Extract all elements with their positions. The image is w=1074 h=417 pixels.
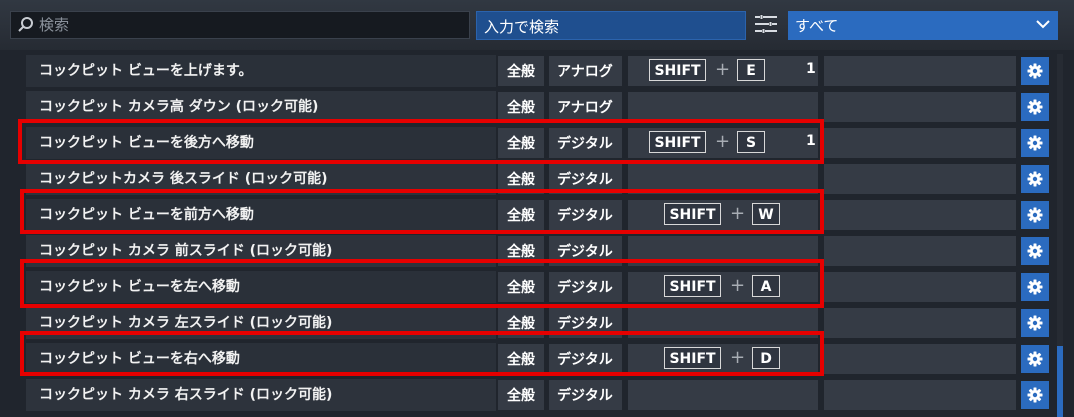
action-type: アナログ (549, 92, 622, 122)
settings-button[interactable] (1021, 309, 1049, 337)
settings-button[interactable] (1021, 57, 1049, 85)
secondary-binding-slot[interactable] (824, 344, 1016, 374)
settings-button[interactable] (1021, 237, 1049, 265)
gear-icon (1027, 99, 1043, 115)
gear-icon (1027, 171, 1043, 187)
action-category: 全般 (498, 56, 544, 86)
settings-button[interactable] (1021, 93, 1049, 121)
action-name: コックピット カメラ高 ダウン (ロック可能) (39, 99, 319, 115)
highlight-box (20, 259, 824, 308)
gear-icon (1027, 315, 1043, 331)
gear-icon (1027, 243, 1043, 259)
key-binding-slot[interactable] (628, 92, 818, 122)
gear-icon (1027, 207, 1043, 223)
chevron-down-icon (1036, 20, 1050, 29)
action-category: 全般 (498, 380, 544, 410)
secondary-binding-slot[interactable] (824, 272, 1016, 302)
secondary-binding-slot[interactable] (824, 380, 1016, 410)
gear-icon (1027, 135, 1043, 151)
gear-icon (1027, 351, 1043, 367)
settings-button[interactable] (1021, 381, 1049, 409)
gear-icon (1027, 63, 1043, 79)
key-binding-slot[interactable]: SHIFT + E 1 (628, 56, 818, 86)
action-name: コックピット カメラ 右スライド (ロック可能) (39, 387, 333, 403)
table-row[interactable]: コックピット カメラ 右スライド (ロック可能) 全般 デジタル (0, 378, 1074, 412)
filter-dropdown[interactable]: すべて (788, 11, 1058, 40)
search-input[interactable] (39, 14, 459, 36)
key-cap: SHIFT (649, 59, 706, 81)
secondary-binding-slot[interactable] (824, 164, 1016, 194)
settings-button[interactable] (1021, 273, 1049, 301)
filter-selected-value: すべて (795, 17, 839, 35)
gear-icon (1027, 279, 1043, 295)
settings-button[interactable] (1021, 201, 1049, 229)
search-icon (18, 17, 33, 32)
highlight-box (18, 119, 824, 164)
search-box[interactable] (10, 11, 470, 39)
gear-icon (1027, 387, 1043, 403)
action-type: アナログ (549, 56, 622, 86)
action-name: コックピット カメラ 前スライド (ロック可能) (39, 243, 333, 259)
action-category: 全般 (498, 92, 544, 122)
action-name: コックピット カメラ 左スライド (ロック可能) (39, 315, 333, 331)
highlight-box (20, 189, 824, 234)
filter-list-icon[interactable] (754, 14, 778, 36)
secondary-binding-slot[interactable] (824, 200, 1016, 230)
top-bar: 入力で検索 すべて (0, 0, 1074, 50)
binding-value: 1 (806, 61, 816, 77)
secondary-binding-slot[interactable] (824, 92, 1016, 122)
action-name: コックピット ビューを上げます。 (39, 63, 253, 79)
plus-sign: + (715, 59, 731, 80)
secondary-binding-slot[interactable] (824, 128, 1016, 158)
settings-button[interactable] (1021, 129, 1049, 157)
key-cap: E (737, 59, 765, 81)
secondary-binding-slot[interactable] (824, 308, 1016, 338)
secondary-binding-slot[interactable] (824, 236, 1016, 266)
settings-button[interactable] (1021, 165, 1049, 193)
action-type: デジタル (549, 380, 622, 410)
settings-button[interactable] (1021, 345, 1049, 373)
input-search-button[interactable]: 入力で検索 (476, 11, 746, 40)
table-row[interactable]: コックピット ビューを上げます。 全般 アナログ SHIFT + E 1 (0, 54, 1074, 88)
key-binding-slot[interactable] (628, 380, 818, 410)
scrollbar-thumb[interactable] (1057, 346, 1063, 417)
secondary-binding-slot[interactable] (824, 56, 1016, 86)
action-name: コックピットカメラ 後スライド (ロック可能) (39, 171, 328, 187)
highlight-box (20, 331, 824, 376)
